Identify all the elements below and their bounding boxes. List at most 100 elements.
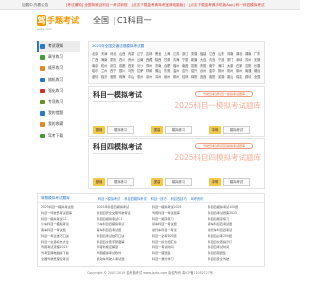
city-link[interactable]: 深圳 — [236, 57, 245, 62]
city-link[interactable]: 吉林 — [146, 51, 155, 56]
city-link[interactable]: 唐山 — [227, 74, 236, 79]
sidebar-item-sequential[interactable]: 顺序练习 — [37, 63, 80, 74]
city-link[interactable]: 重庆 — [110, 57, 119, 62]
city-link[interactable]: 湖南 — [245, 51, 254, 56]
exam-link[interactable]: 科目一驾驶员考试题库 — [41, 211, 97, 215]
exam-link[interactable]: 驾照科目一考试题库 — [152, 211, 208, 215]
exam-link[interactable]: 2025年科目四模拟考试 — [97, 205, 153, 209]
exam-link[interactable]: 科目一考试时间 — [152, 245, 208, 249]
exam-link[interactable]: 货车科目四考试题 — [208, 222, 264, 226]
links-tab[interactable]: 科目四技巧 — [171, 197, 187, 201]
exam-link[interactable]: 摩托车科目一考试 — [152, 228, 208, 232]
city-link[interactable]: 青岛 — [209, 57, 218, 62]
exam-link[interactable]: 科目四仪表指示灯 — [208, 240, 264, 244]
sidebar-item-chapter[interactable]: 章节练习 — [37, 52, 80, 63]
city-link[interactable]: 兰州 — [101, 68, 110, 73]
city-link[interactable]: 辽宁 — [137, 51, 146, 56]
city-link[interactable]: 温州 — [173, 68, 182, 73]
city-link[interactable]: 绍兴 — [191, 68, 200, 73]
exam-link[interactable]: 全国驾驶员理论考试 — [41, 257, 97, 261]
city-link[interactable]: 贵阳 — [200, 63, 209, 68]
exam-link[interactable]: 科目四模拟考试100题 — [208, 205, 264, 209]
city-link[interactable]: 襄阳 — [209, 74, 218, 79]
city-link[interactable]: 临沂 — [101, 74, 110, 79]
city-link[interactable]: 呼和 — [146, 68, 155, 73]
exam-link[interactable]: 客车科目一考试题 — [41, 228, 97, 232]
city-link[interactable]: 洛阳 — [110, 74, 119, 79]
city-link[interactable]: 四川 — [119, 57, 128, 62]
subject-selector[interactable]: C1科目一 — [117, 15, 152, 26]
city-link[interactable]: 石家 — [236, 63, 245, 68]
city-link[interactable]: 南京 — [92, 63, 101, 68]
sidebar-item-random[interactable]: 随机练习 — [37, 75, 80, 86]
mock-practice-button[interactable]: 模拟练习 — [165, 125, 192, 134]
site-logo[interactable]: 驾 手题考试 jszks.com — [37, 14, 79, 32]
city-link[interactable]: 昆明 — [191, 63, 200, 68]
city-link[interactable]: 厦门 — [227, 57, 236, 62]
city-link[interactable]: 中山 — [128, 74, 137, 79]
exam-link[interactable]: 科目一模拟考试2025 — [152, 205, 208, 209]
city-link[interactable]: 南通 — [245, 68, 254, 73]
sequential-practice-button[interactable]: 顺序练习 — [107, 125, 134, 134]
city-link[interactable]: 上海 — [164, 51, 173, 56]
city-link[interactable]: 漳州 — [155, 74, 164, 79]
city-link[interactable]: 武汉 — [110, 63, 119, 68]
city-link[interactable]: 云南 — [137, 57, 146, 62]
city-link[interactable]: 成都 — [119, 63, 128, 68]
exam-link[interactable]: 小车科目一模拟考试 — [41, 222, 97, 226]
city-link[interactable]: 哈尔 — [92, 68, 101, 73]
city-link[interactable]: 天津 — [101, 51, 110, 56]
city-link[interactable]: 银川 — [119, 68, 128, 73]
city-link[interactable]: 山西 — [119, 51, 128, 56]
city-link[interactable]: 海南 — [101, 57, 110, 62]
topbar-link[interactable]: [考试通知] 全国驾驶证科目一考试新规 — [66, 3, 127, 7]
exam-link[interactable]: 科目四考试题库2025 — [208, 211, 264, 215]
city-link[interactable]: 湖北 — [236, 51, 245, 56]
city-link[interactable]: 郑州 — [146, 63, 155, 68]
city-link[interactable]: 西宁 — [110, 68, 119, 73]
city-link[interactable]: 绵阳 — [191, 74, 200, 79]
city-link[interactable]: 烟台 — [254, 68, 263, 73]
city-link[interactable]: 柳州 — [173, 74, 182, 79]
exam-link[interactable]: 驾照模拟考试软件 — [97, 251, 153, 255]
city-link[interactable]: 济南 — [155, 63, 164, 68]
city-link[interactable]: 徐州 — [236, 68, 245, 73]
city-link[interactable]: 无锡 — [254, 57, 263, 62]
city-link[interactable]: 新疆 — [191, 57, 200, 62]
exam-link[interactable]: 货车科目一考试题 — [152, 222, 208, 226]
city-link[interactable]: 泉州 — [146, 74, 155, 79]
exam-link[interactable]: 科目一必考500题 — [152, 234, 208, 238]
exam-link[interactable]: 科目四安全文明驾驶考试 — [97, 211, 153, 215]
city-link[interactable]: 苏州 — [245, 57, 254, 62]
city-link[interactable]: 江西 — [209, 51, 218, 56]
city-link[interactable]: 合肥 — [164, 63, 173, 68]
city-link[interactable]: 长沙 — [137, 63, 146, 68]
city-link[interactable]: 山东 — [218, 51, 227, 56]
links-tab[interactable]: 科目四模拟考试 — [124, 197, 146, 201]
city-link[interactable]: 河南 — [227, 51, 236, 56]
city-link[interactable]: 潍坊 — [92, 74, 101, 79]
city-link[interactable]: 贵州 — [128, 57, 137, 62]
city-link[interactable]: 宁波 — [218, 57, 227, 62]
city-link[interactable]: 杭州 — [101, 63, 110, 68]
exam-link[interactable]: 科目四顺序练习 — [208, 217, 264, 221]
exam-link[interactable]: 机动车驾驶人考试题 — [97, 257, 153, 261]
exam-link[interactable]: 科目一考试技巧口诀 — [41, 234, 97, 238]
sidebar-item-intensive[interactable]: 强化练习 — [37, 86, 80, 97]
city-link[interactable]: 长春 — [254, 63, 263, 68]
exam-link[interactable]: 科目四考试技巧口诀 — [97, 234, 153, 238]
exam-link[interactable]: 科目四模拟考试C1 — [97, 217, 153, 221]
sequential-practice-button[interactable]: 顺序练习 — [107, 177, 134, 186]
city-selector[interactable]: 全国 — [93, 15, 109, 26]
exam-link[interactable]: 科目四错题集 — [208, 251, 264, 255]
city-link[interactable]: 乌鲁 — [128, 68, 137, 73]
exam-link[interactable]: 科目四必考200题 — [208, 234, 264, 238]
city-link[interactable]: 台州 — [200, 68, 209, 73]
exam-link[interactable]: 驾考宝典电脑版下载 — [41, 251, 97, 255]
city-link[interactable]: 北京 — [92, 51, 101, 56]
city-link[interactable]: 拉萨 — [137, 68, 146, 73]
exam-link[interactable]: 驾考新规定解读 — [97, 245, 153, 249]
mock-practice-button[interactable]: 模拟练习 — [165, 177, 192, 186]
topbar-link[interactable]: [点击下载金考典驾考宝典电脑版] — [132, 3, 185, 7]
city-link[interactable]: 宜昌 — [200, 74, 209, 79]
